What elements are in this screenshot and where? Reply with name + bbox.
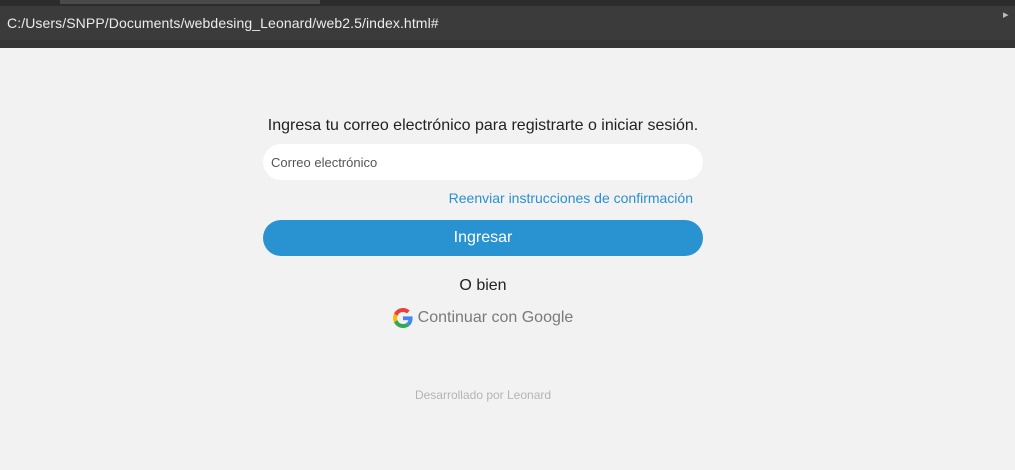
browser-tab[interactable] [60, 0, 320, 4]
chevron-icon[interactable]: ▸ [1003, 10, 1015, 21]
google-login-button[interactable]: Continuar con Google [392, 308, 574, 328]
browser-bar-divider [0, 40, 1015, 48]
footer-credit: Desarrollado por Leonard [414, 388, 552, 402]
browser-address-bar: C:/Users/SNPP/Documents/webdesing_Leonar… [0, 0, 1015, 48]
email-field[interactable] [263, 144, 703, 180]
address-url[interactable]: C:/Users/SNPP/Documents/webdesing_Leonar… [7, 15, 439, 31]
login-submit-button[interactable]: Ingresar [263, 220, 703, 256]
google-login-row: Continuar con Google [263, 308, 703, 333]
resend-row: Reenviar instrucciones de confirmación [263, 190, 703, 208]
or-divider-text: O bien [459, 277, 507, 294]
google-login-label: Continuar con Google [417, 309, 574, 326]
login-instruction: Ingresa tu correo electrónico para regis… [267, 117, 699, 134]
login-form: Ingresa tu correo electrónico para regis… [263, 116, 703, 333]
google-g-logo-icon [392, 308, 413, 328]
resend-confirmation-link[interactable]: Reenviar instrucciones de confirmación [449, 190, 693, 206]
